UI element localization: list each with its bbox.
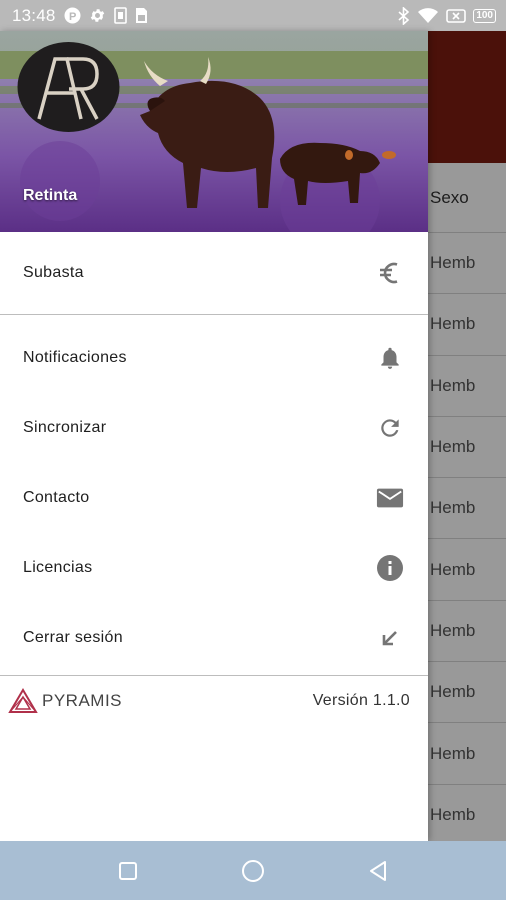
drawer-item-label: Cerrar sesión — [23, 629, 123, 646]
app-version: Versión 1.1.0 — [312, 692, 410, 709]
drawer-item-label: Licencias — [23, 559, 93, 576]
gear-icon — [90, 9, 104, 22]
status-left-icons: P — [64, 7, 148, 24]
drawer-item-contacto[interactable]: Contacto — [0, 463, 428, 533]
home-button[interactable] — [238, 856, 268, 886]
info-icon — [376, 554, 404, 582]
back-triangle-icon — [370, 860, 386, 881]
drawer-item-subasta[interactable]: Subasta — [0, 232, 428, 314]
drawer-item-cerrar-sesion[interactable]: Cerrar sesión — [0, 603, 428, 673]
square-icon — [119, 861, 137, 880]
pyramis-brand-text: PYRAMIS — [42, 691, 123, 710]
drawer-header-title: Retinta — [23, 187, 78, 204]
status-time: 13:48 — [12, 5, 56, 25]
battery-indicator: 100 — [473, 8, 496, 23]
app-logo — [17, 42, 120, 132]
pyramis-logo: PYRAMIS — [8, 688, 122, 714]
wifi-icon — [418, 8, 439, 23]
p-icon: P — [64, 7, 81, 24]
euro-icon — [376, 259, 404, 287]
bluetooth-icon — [398, 6, 410, 25]
drawer-item-label: Sincronizar — [23, 419, 107, 436]
drawer-item-label: Notificaciones — [23, 349, 127, 366]
drawer-item-sincronizar[interactable]: Sincronizar — [0, 393, 428, 463]
arrow-down-left-icon — [376, 624, 404, 652]
status-bar: 13:48 P 100 — [0, 0, 506, 31]
drawer-header: Retinta — [0, 31, 428, 232]
circle-icon — [242, 859, 264, 882]
drawer-item-notificaciones[interactable]: Notificaciones — [0, 323, 428, 393]
drawer-scrim[interactable] — [428, 31, 506, 841]
drawer-footer: PYRAMIS Versión 1.1.0 — [0, 676, 428, 726]
bell-icon — [376, 344, 404, 372]
back-button[interactable] — [363, 856, 393, 886]
close-box-icon — [446, 8, 467, 23]
drawer-item-licencias[interactable]: Licencias — [0, 533, 428, 603]
sim-icon — [135, 8, 147, 23]
pyramis-triangle-icon — [8, 688, 38, 713]
sd-card-icon — [113, 7, 127, 24]
svg-text:P: P — [69, 11, 76, 23]
recents-button[interactable] — [113, 856, 143, 886]
navigation-drawer: Retinta Subasta Notificaciones Sincroniz… — [0, 31, 428, 841]
drawer-item-label: Subasta — [23, 264, 84, 281]
status-right-icons: 100 — [398, 0, 496, 31]
refresh-icon — [376, 414, 404, 442]
mail-icon — [376, 484, 404, 512]
system-nav-bar — [0, 841, 506, 900]
drawer-item-label: Contacto — [23, 489, 90, 506]
